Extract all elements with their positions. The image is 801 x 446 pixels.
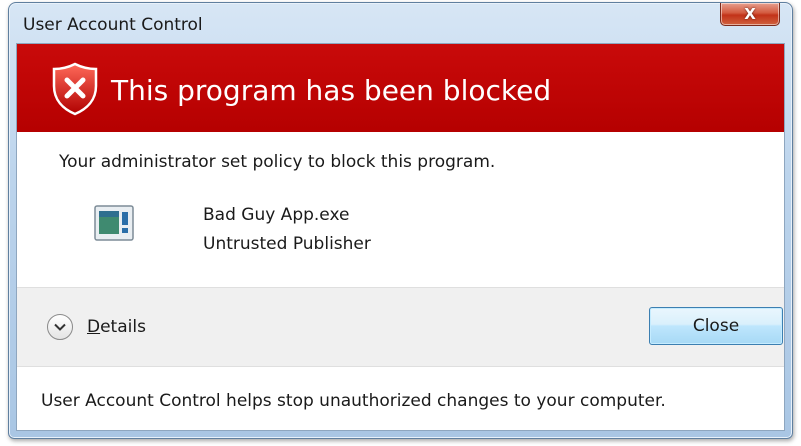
uac-dialog-window: User Account Control X This program has … [8, 2, 793, 439]
blocked-banner: This program has been blocked [17, 44, 784, 132]
uac-footer-message: User Account Control helps stop unauthor… [41, 391, 666, 411]
program-publisher: Untrusted Publisher [203, 234, 371, 254]
action-area: Details Close [17, 287, 784, 367]
window-title: User Account Control [23, 15, 203, 35]
window-close-button[interactable]: X [720, 3, 780, 26]
details-toggle[interactable]: Details [47, 312, 146, 342]
close-icon: X [744, 5, 756, 23]
chevron-down-icon [47, 314, 73, 340]
policy-message: Your administrator set policy to block t… [59, 152, 496, 172]
banner-title: This program has been blocked [111, 74, 552, 107]
application-icon [94, 205, 134, 241]
close-button[interactable]: Close [649, 307, 783, 345]
dialog-content: This program has been blocked Your admin… [16, 43, 785, 431]
program-name: Bad Guy App.exe [203, 205, 350, 225]
details-label: Details [87, 317, 146, 337]
title-bar: User Account Control X [9, 3, 792, 43]
shield-error-icon [52, 62, 98, 116]
